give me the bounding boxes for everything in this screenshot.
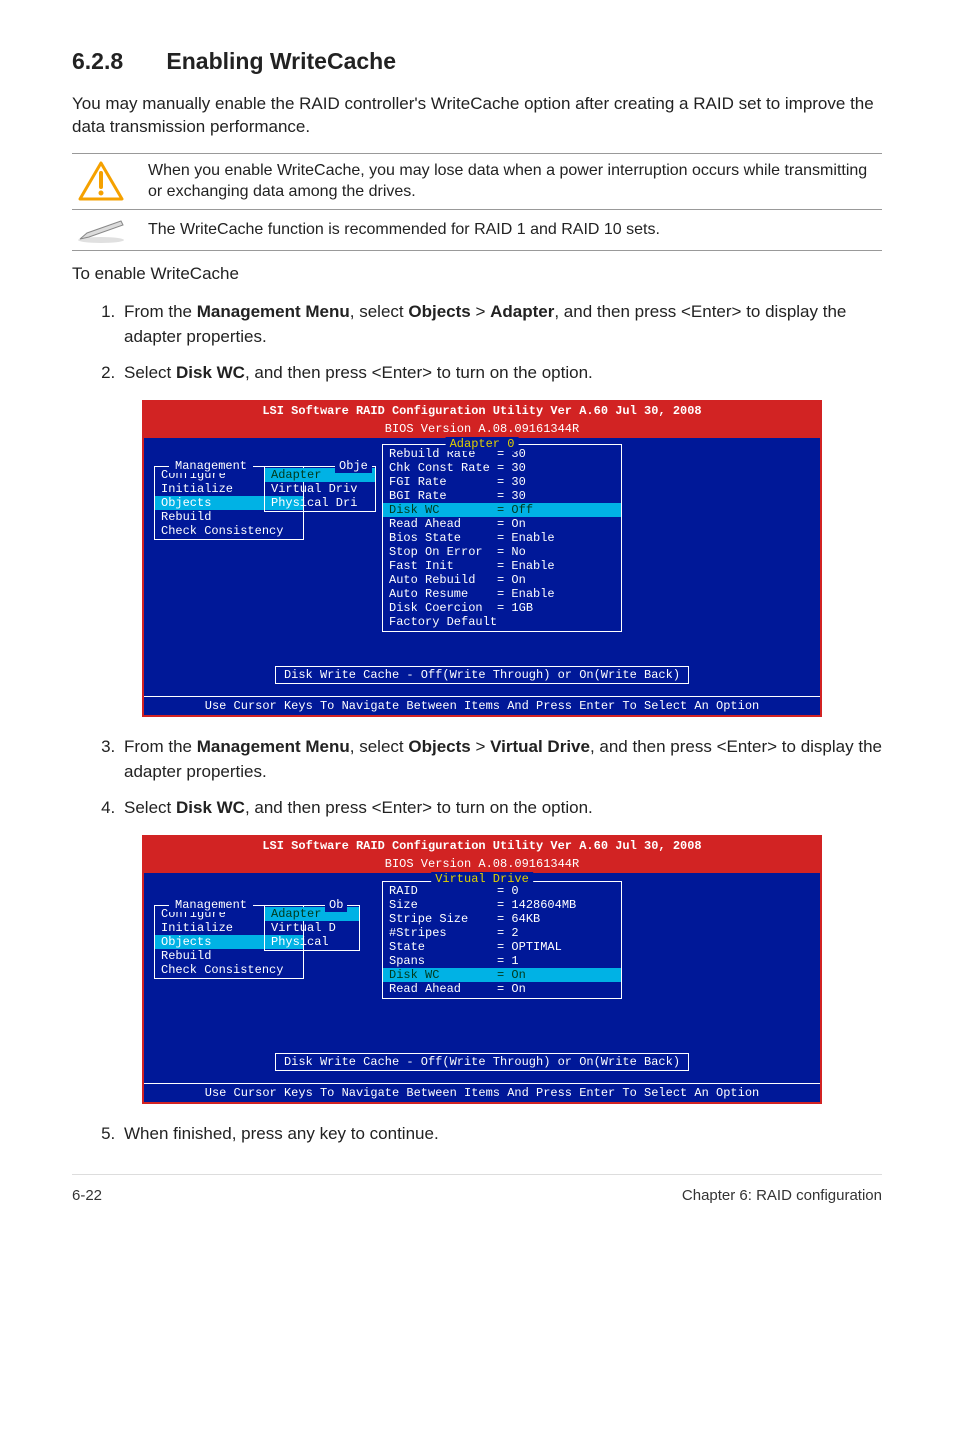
list-item[interactable]: Check Consistency xyxy=(155,963,303,977)
procedure-title: To enable WriteCache xyxy=(72,263,882,286)
bios-title: LSI Software RAID Configuration Utility … xyxy=(144,402,820,420)
property-row[interactable]: Spans = 1 xyxy=(383,954,621,968)
pencil-icon xyxy=(72,216,130,244)
property-row[interactable]: Read Ahead = On xyxy=(383,982,621,996)
step-4: Select Disk WC, and then press <Enter> t… xyxy=(120,796,882,821)
list-item[interactable]: Rebuild xyxy=(155,949,303,963)
page-footer: 6-22 Chapter 6: RAID configuration xyxy=(72,1174,882,1204)
note-text: The WriteCache function is recommended f… xyxy=(148,219,882,241)
page-number: 6-22 xyxy=(72,1187,102,1204)
objects-submenu[interactable]: Obje Adapter Virtual Driv Physical Dri xyxy=(264,466,376,512)
divider xyxy=(72,250,882,251)
step-3: From the Management Menu, select Objects… xyxy=(120,735,882,784)
property-row[interactable]: #Stripes = 2 xyxy=(383,926,621,940)
property-row[interactable]: State = OPTIMAL xyxy=(383,940,621,954)
vd-panel-title: Virtual Drive xyxy=(431,872,533,886)
step-1: From the Management Menu, select Objects… xyxy=(120,300,882,349)
section-number: 6.2.8 xyxy=(72,48,160,75)
adapter-panel-title: Adapter 0 xyxy=(446,437,519,451)
bios-version: BIOS Version A.08.09161344R xyxy=(144,855,820,873)
property-row[interactable]: Stop On Error = No xyxy=(383,545,621,559)
warning-icon xyxy=(72,161,130,201)
list-item[interactable]: Physical Dri xyxy=(265,496,375,510)
list-item[interactable]: Check Consistency xyxy=(155,524,303,538)
intro-paragraph: You may manually enable the RAID control… xyxy=(72,93,882,139)
list-item[interactable]: Virtual Driv xyxy=(265,482,375,496)
property-row[interactable]: Size = 1428604MB xyxy=(383,898,621,912)
property-row[interactable]: Auto Rebuild = On xyxy=(383,573,621,587)
step-5: When finished, press any key to continue… xyxy=(120,1122,882,1147)
bios-screenshot-virtual-drive: LSI Software RAID Configuration Utility … xyxy=(142,835,822,1104)
adapter-properties[interactable]: Rebuild Rate = 30Chk Const Rate = 30FGI … xyxy=(382,444,622,632)
property-row[interactable]: Disk Coercion = 1GB xyxy=(383,601,621,615)
management-menu-label: Management xyxy=(169,459,253,473)
bios-status: Disk Write Cache - Off(Write Through) or… xyxy=(275,666,689,684)
bios-status: Disk Write Cache - Off(Write Through) or… xyxy=(275,1053,689,1071)
warning-callout: When you enable WriteCache, you may lose… xyxy=(72,154,882,209)
note-callout: The WriteCache function is recommended f… xyxy=(72,210,882,250)
submenu-label: Obje xyxy=(335,459,372,473)
property-row[interactable]: FGI Rate = 30 xyxy=(383,475,621,489)
warning-text: When you enable WriteCache, you may lose… xyxy=(148,160,882,203)
bios-title: LSI Software RAID Configuration Utility … xyxy=(144,837,820,855)
property-row[interactable]: Stripe Size = 64KB xyxy=(383,912,621,926)
property-row[interactable]: Bios State = Enable xyxy=(383,531,621,545)
property-row[interactable]: RAID = 0 xyxy=(383,884,621,898)
property-row[interactable]: Chk Const Rate = 30 xyxy=(383,461,621,475)
property-row[interactable]: BGI Rate = 30 xyxy=(383,489,621,503)
chapter-title: Chapter 6: RAID configuration xyxy=(682,1187,882,1204)
bios-version: BIOS Version A.08.09161344R xyxy=(144,420,820,438)
bios-help: Use Cursor Keys To Navigate Between Item… xyxy=(144,696,820,715)
property-row[interactable]: Fast Init = Enable xyxy=(383,559,621,573)
steps-list-cont: From the Management Menu, select Objects… xyxy=(72,735,882,821)
step-2: Select Disk WC, and then press <Enter> t… xyxy=(120,361,882,386)
objects-submenu[interactable]: Ob Adapter Virtual D Physical xyxy=(264,905,360,951)
list-item[interactable]: Virtual D xyxy=(265,921,359,935)
steps-list: From the Management Menu, select Objects… xyxy=(72,300,882,386)
submenu-label: Ob xyxy=(325,898,347,912)
bios-screenshot-adapter: LSI Software RAID Configuration Utility … xyxy=(142,400,822,717)
list-item[interactable]: Physical xyxy=(265,935,359,949)
steps-list-end: When finished, press any key to continue… xyxy=(72,1122,882,1147)
virtual-drive-properties[interactable]: RAID = 0Size = 1428604MBStripe Size = 64… xyxy=(382,881,622,999)
management-menu-label: Management xyxy=(169,898,253,912)
section-heading: 6.2.8 Enabling WriteCache xyxy=(72,48,882,75)
property-row[interactable]: Factory Default xyxy=(383,615,621,629)
property-row[interactable]: Disk WC = Off xyxy=(383,503,621,517)
property-row[interactable]: Auto Resume = Enable xyxy=(383,587,621,601)
property-row[interactable]: Read Ahead = On xyxy=(383,517,621,531)
list-item[interactable]: Rebuild xyxy=(155,510,303,524)
property-row[interactable]: Disk WC = On xyxy=(383,968,621,982)
section-title-text: Enabling WriteCache xyxy=(166,48,396,74)
bios-help: Use Cursor Keys To Navigate Between Item… xyxy=(144,1083,820,1102)
